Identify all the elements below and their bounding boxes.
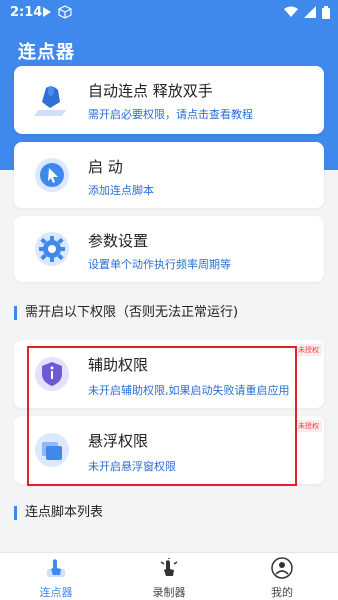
status-time: 2:14 [10, 5, 43, 20]
overlay-permission-card[interactable]: 悬浮权限 未开启悬浮窗权限 未授权 [14, 416, 324, 484]
box-icon [58, 5, 72, 19]
auto-click-card[interactable]: 自动连点 释放双手 需开启必要权限，请点击查看教程 [14, 66, 324, 134]
start-card[interactable]: 启 动 添加连点脚本 [14, 142, 324, 208]
permissions-section-title: 需开启以下权限（否则无法正常运行) [14, 306, 238, 320]
settings-card[interactable]: 参数设置 设置单个动作执行频率周期等 [14, 216, 324, 282]
card-subtitle: 设置单个动作执行频率周期等 [88, 258, 231, 271]
tutorial-link[interactable]: 查看教程 [209, 108, 253, 121]
nav-item-clicker[interactable]: 连点器 [16, 557, 96, 600]
wifi-icon [284, 6, 298, 17]
unauthorized-badge: 未授权 [295, 344, 322, 356]
nav-label: 录制器 [152, 586, 186, 599]
card-subtitle: 添加连点脚本 [88, 184, 154, 197]
unauthorized-badge: 未授权 [295, 420, 322, 432]
card-title: 悬浮权限 [88, 432, 149, 450]
record-icon [160, 558, 178, 576]
scripts-section-title: 连点脚本列表 [14, 506, 103, 520]
nav-label: 连点器 [39, 586, 73, 599]
user-icon [271, 557, 293, 579]
card-title: 辅助权限 [88, 356, 149, 374]
window-icon [32, 430, 72, 470]
card-title: 启 动 [88, 158, 123, 176]
card-subtitle: 未开启悬浮窗权限 [88, 460, 176, 473]
accessibility-permission-card[interactable]: 辅助权限 未开启辅助权限,如果启动失败请重启应用 未授权 [14, 340, 324, 408]
card-title: 参数设置 [88, 232, 149, 250]
nav-item-me[interactable]: 我的 [242, 557, 322, 600]
card-subtitle-text: 需开启必要权限，请点击 [88, 108, 209, 121]
nav-label: 我的 [271, 586, 293, 599]
shield-icon [32, 354, 72, 394]
pointer-icon [32, 155, 72, 195]
gear-icon [32, 229, 72, 269]
nav-item-recorder[interactable]: 录制器 [129, 557, 209, 600]
card-subtitle: 需开启必要权限，请点击查看教程 [88, 106, 253, 122]
signal-icon [304, 6, 316, 18]
card-subtitle: 未开启辅助权限,如果启动失败请重启应用 [88, 384, 290, 397]
tap-icon [47, 559, 65, 577]
status-bar: 2:14 [0, 0, 338, 26]
status-icons [284, 6, 330, 19]
hand-click-icon [32, 80, 72, 120]
bottom-nav: 连点器 录制器 我的 [0, 552, 338, 600]
app-title: 连点器 [18, 42, 75, 63]
notification-icon [43, 7, 51, 17]
battery-icon [322, 6, 330, 19]
card-title: 自动连点 释放双手 [88, 82, 213, 100]
